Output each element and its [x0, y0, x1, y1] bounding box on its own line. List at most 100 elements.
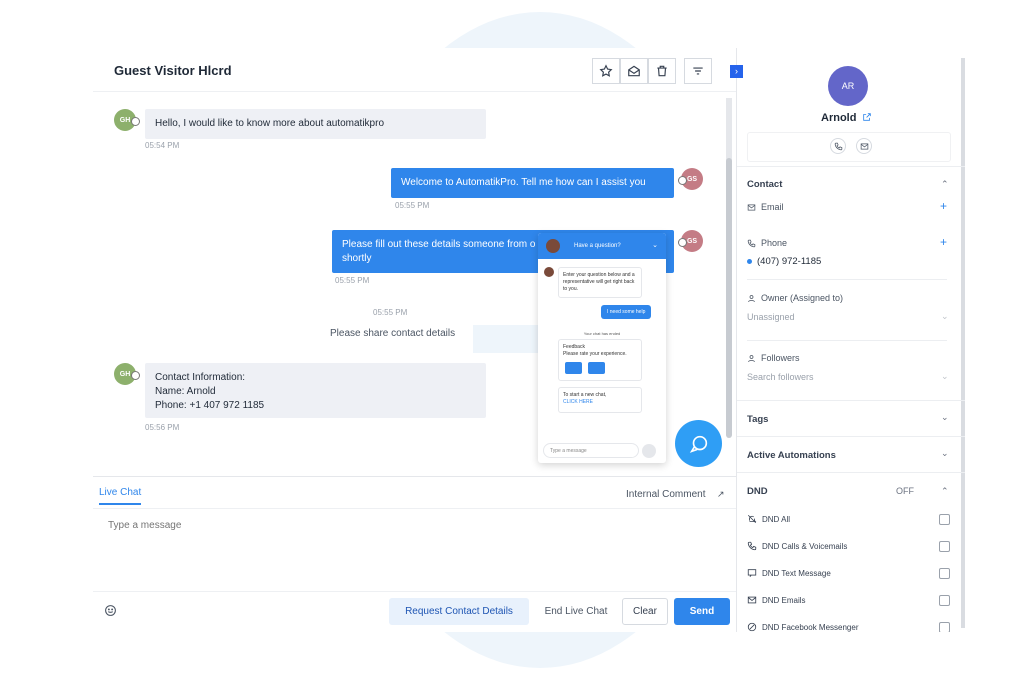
delete-button[interactable]	[648, 58, 676, 84]
chevron-down-icon[interactable]: ⌄	[941, 412, 949, 423]
contact-section-title[interactable]: Contact	[747, 179, 782, 190]
contact-name: Arnold	[821, 112, 857, 124]
dnd-section-title[interactable]: DND	[747, 486, 768, 497]
tab-internal-comment[interactable]: Internal Comment	[626, 489, 705, 500]
panel-scrollbar[interactable]	[961, 58, 965, 628]
chevron-down-icon: ⌄	[652, 242, 658, 249]
tags-section-title[interactable]: Tags	[747, 414, 768, 425]
dnd-calls-checkbox[interactable]	[939, 541, 950, 552]
channel-badge	[131, 117, 140, 126]
filter-button[interactable]	[684, 58, 712, 84]
clear-button[interactable]: Clear	[622, 598, 668, 625]
scroll-thumb[interactable]	[726, 158, 732, 438]
followers-search[interactable]: Search followers	[747, 372, 814, 382]
dnd-item: DND Facebook Messenger	[747, 622, 858, 632]
dnd-item-label: DND Text Message	[762, 568, 831, 578]
phone-value[interactable]: (407) 972-1185	[747, 256, 821, 267]
chat-widget-launcher[interactable]	[675, 420, 722, 467]
email-button[interactable]	[856, 138, 872, 154]
channel-badge	[131, 371, 140, 380]
agent-avatar: GS	[678, 230, 703, 252]
chevron-down-icon[interactable]: ⌄	[941, 448, 949, 459]
visitor-avatar: GH	[114, 363, 140, 385]
thumbs-up-icon	[565, 362, 582, 374]
message-input[interactable]	[108, 520, 608, 531]
chat-header: Guest Visitor Hlcrd	[93, 48, 736, 92]
phone-icon	[747, 239, 756, 247]
call-button[interactable]	[830, 138, 846, 154]
contact-avatar: AR	[828, 66, 868, 106]
dnd-item: DND Calls & Voicemails	[747, 541, 847, 551]
agent-avatar: GS	[678, 168, 703, 190]
external-link-icon[interactable]	[862, 112, 872, 122]
widget-bot-message: Enter your question below and a represen…	[558, 267, 642, 298]
chevron-up-icon[interactable]: ⌃	[941, 486, 949, 497]
tab-live-chat[interactable]: Live Chat	[99, 487, 142, 505]
divider	[737, 436, 965, 437]
message-composer: Live Chat Internal Comment ↗ ⇲ Request C…	[93, 476, 736, 632]
message-time: 05:55 PM	[335, 276, 370, 285]
send-button[interactable]: Send	[674, 598, 730, 625]
expand-icon[interactable]: ↗	[717, 489, 727, 499]
emoji-icon[interactable]	[104, 604, 117, 617]
chevron-down-icon[interactable]: ⌄	[941, 371, 949, 382]
collapse-panel-button[interactable]: ›	[730, 65, 743, 78]
phone-icon	[834, 142, 842, 150]
feedback-text: Please rate your experience.	[563, 351, 627, 357]
dnd-all-checkbox[interactable]	[939, 514, 950, 525]
request-contact-details-button[interactable]: Request Contact Details	[389, 598, 529, 625]
chat-panel: Guest Visitor Hlcrd GH Hello, I would li…	[93, 48, 736, 632]
mail-open-icon	[628, 65, 640, 77]
chat-scrollbar[interactable]	[726, 98, 732, 438]
divider	[747, 340, 947, 341]
add-email-button[interactable]: +	[940, 199, 947, 213]
dnd-text-checkbox[interactable]	[939, 568, 950, 579]
star-button[interactable]	[592, 58, 620, 84]
owner-select[interactable]: Unassigned	[747, 312, 795, 322]
email-label-text: Email	[761, 202, 784, 212]
automations-section-title[interactable]: Active Automations	[747, 450, 836, 461]
dnd-item-label: DND Calls & Voicemails	[762, 541, 848, 551]
divider	[93, 508, 736, 509]
dnd-item: DND All	[747, 514, 790, 524]
chat-title: Guest Visitor Hlcrd	[114, 63, 232, 78]
contact-info-bubble: Contact Information: Name: Arnold Phone:…	[145, 363, 486, 418]
email-label: Email	[747, 202, 784, 212]
widget-agent-avatar	[544, 267, 554, 277]
chevron-up-icon[interactable]: ⌃	[941, 179, 949, 190]
channel-badge	[678, 176, 687, 185]
widget-agent-avatar	[546, 239, 560, 253]
dnd-messenger-checkbox[interactable]	[939, 622, 950, 632]
owner-label: Owner (Assigned to)	[747, 293, 843, 303]
chevron-down-icon[interactable]: ⌄	[941, 311, 949, 322]
divider	[93, 591, 736, 592]
dnd-item: DND Text Message	[747, 568, 831, 578]
owner-label-text: Owner (Assigned to)	[761, 293, 844, 303]
widget-title: Have a question?	[574, 243, 621, 249]
message-icon	[747, 569, 757, 577]
primary-dot	[747, 258, 752, 264]
widget-header: Have a question? ⌄	[538, 233, 666, 259]
message-time: 05:56 PM	[145, 423, 180, 432]
envelope-icon	[860, 143, 868, 149]
avatar-initials: GS	[686, 175, 698, 183]
user-icon	[748, 294, 755, 302]
phone-icon	[747, 541, 757, 551]
filter-icon	[693, 67, 703, 75]
trash-icon	[657, 65, 667, 77]
widget-ended-note: Your chat has ended	[583, 331, 621, 336]
mark-read-button[interactable]	[620, 58, 648, 84]
message-bubble: Hello, I would like to know more about a…	[145, 109, 486, 139]
end-live-chat-button[interactable]: End Live Chat	[539, 598, 613, 625]
widget-feedback-card: Feedback Please rate your experience.	[558, 339, 642, 381]
chat-widget-preview: Have a question? ⌄ Enter your question b…	[538, 233, 666, 463]
message-bubble: Welcome to AutomatikPro. Tell me how can…	[391, 168, 674, 198]
new-chat-text: To start a new chat,	[563, 392, 607, 398]
contact-panel: AR Arnold Contact ⌃ Email + Phone + (407…	[736, 48, 965, 632]
add-phone-button[interactable]: +	[940, 235, 947, 249]
visitor-avatar: GH	[114, 109, 140, 131]
envelope-icon	[747, 204, 756, 210]
chat-bubble-icon	[689, 435, 707, 453]
message-text: Welcome to AutomatikPro. Tell me how can…	[401, 177, 646, 188]
dnd-emails-checkbox[interactable]	[939, 595, 950, 606]
